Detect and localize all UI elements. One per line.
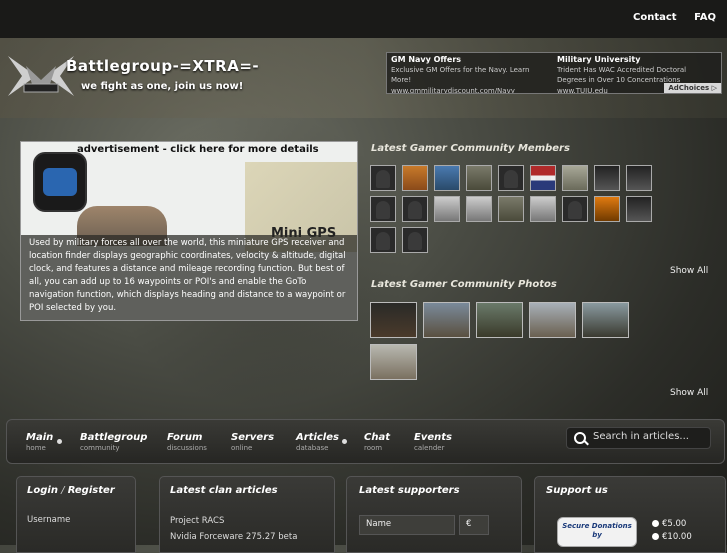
search-icon[interactable] [574,432,586,444]
member-avatar[interactable] [498,165,524,191]
support-title: Support us [546,485,608,496]
advertisement-text: Used by military forces all over the wor… [21,235,357,320]
nav-articles-sub: database [296,444,329,452]
member-avatar[interactable] [530,196,556,222]
articles-panel: Latest clan articles Project RACS Nvidia… [159,476,335,553]
photos-title: Latest Gamer Community Photos [371,279,557,290]
faq-link[interactable]: FAQ [694,12,716,23]
article-link-2[interactable]: Nvidia Forceware 275.27 beta [170,532,297,542]
nav-battlegroup-sub: community [80,444,120,452]
member-avatar[interactable] [498,196,524,222]
members-title: Latest Gamer Community Members [371,143,570,154]
member-avatar[interactable] [402,165,428,191]
member-avatar[interactable] [370,165,396,191]
ad-2-heading[interactable]: Military University [557,55,717,64]
nav-events[interactable]: Events calender [414,432,452,452]
nav-articles[interactable]: Articles database [296,432,339,452]
radio-icon[interactable] [652,533,659,540]
nav-chat[interactable]: Chat room [364,432,390,452]
community-photo[interactable] [476,302,523,338]
articles-title: Latest clan articles [170,485,278,496]
adchoices-badge[interactable]: AdChoices ▷ [664,83,721,93]
top-links: Contact FAQ [619,12,716,23]
nav-servers[interactable]: Servers online [231,432,274,452]
photos-show-all[interactable]: Show All [670,388,708,398]
donate-option-10-label: €10.00 [662,532,692,542]
community-photo[interactable] [582,302,629,338]
nav-articles-dot-icon [342,439,347,444]
nav-forum[interactable]: Forum discussions [167,432,207,452]
supporters-col-amount: € [459,515,489,535]
nav-forum-sub: discussions [167,444,207,452]
member-avatar[interactable] [402,227,428,253]
site-tagline: we fight as one, join us now! [81,81,244,92]
search-input[interactable]: Search in articles... [566,427,711,449]
nav-events-label: Events [414,432,452,443]
ad-1-heading[interactable]: GM Navy Offers [391,55,551,64]
nav-main[interactable]: Main home [26,432,53,452]
site-title[interactable]: Battlegroup-=XTRA=- [66,57,259,75]
supporters-col-name: Name [359,515,455,535]
login-link[interactable]: Login [27,485,58,496]
advertisement-block[interactable]: Mini GPS advertisement - click here for … [20,141,358,321]
nav-events-sub: calender [414,444,445,452]
member-avatar[interactable] [370,227,396,253]
login-title-sep: / [57,485,68,496]
community-photo[interactable] [370,344,417,380]
nav-servers-label: Servers [231,432,275,443]
member-avatar[interactable] [626,165,652,191]
nav-main-label: Main [26,432,54,443]
members-show-all[interactable]: Show All [670,266,708,276]
member-avatar[interactable] [562,165,588,191]
nav-main-sub: home [26,444,46,452]
nav-battlegroup-label: Battlegroup [80,432,148,443]
community-photo[interactable] [370,302,417,338]
member-avatar[interactable] [466,196,492,222]
member-avatar[interactable] [434,196,460,222]
search-placeholder: Search in articles... [593,431,689,442]
nav-articles-label: Articles [296,432,339,443]
ad-1-url[interactable]: www.gmmilitarydiscount.com/Navy [391,86,551,93]
ad-2-text: Trident Has WAC Accredited Doctoral Degr… [557,66,687,84]
nav-chat-label: Chat [364,432,390,443]
member-avatar[interactable] [594,165,620,191]
member-avatar[interactable] [626,196,652,222]
login-title: Login / Register [27,485,115,496]
donate-option-5-label: €5.00 [662,519,687,529]
ad-column-1[interactable]: GM Navy Offers Exclusive GM Offers for t… [391,55,551,93]
member-avatar[interactable] [434,165,460,191]
member-avatar[interactable] [370,196,396,222]
nav-main-dot-icon [57,439,62,444]
ad-banner[interactable]: GM Navy Offers Exclusive GM Offers for t… [386,52,722,94]
top-bar [0,0,727,38]
donate-option-10[interactable]: €10.00 [652,532,692,542]
nav-forum-label: Forum [167,432,203,443]
donate-option-5[interactable]: €5.00 [652,519,686,529]
register-link[interactable]: Register [68,485,115,496]
username-label: Username [27,515,71,525]
nav-chat-sub: room [364,444,383,452]
gps-device-icon [33,152,87,212]
contact-link[interactable]: Contact [633,12,677,23]
radio-icon[interactable] [652,520,659,527]
community-photo[interactable] [423,302,470,338]
member-avatar[interactable] [562,196,588,222]
supporters-panel: Latest supporters Name € [346,476,522,553]
member-avatar[interactable] [594,196,620,222]
nav-battlegroup[interactable]: Battlegroup community [80,432,147,452]
community-photo[interactable] [529,302,576,338]
article-link-1[interactable]: Project RACS [170,516,224,526]
support-panel: Support us Secure Donations by €5.00 €10… [534,476,726,553]
member-avatar[interactable] [530,165,556,191]
ad-1-text: Exclusive GM Offers for the Navy. Learn … [391,66,530,84]
login-panel: Login / Register Username [16,476,136,553]
secure-donations-badge[interactable]: Secure Donations by [557,517,637,547]
supporters-title: Latest supporters [359,485,460,496]
member-avatar[interactable] [402,196,428,222]
member-avatar[interactable] [466,165,492,191]
nav-servers-sub: online [231,444,253,452]
advertisement-title[interactable]: advertisement - click here for more deta… [77,144,319,155]
